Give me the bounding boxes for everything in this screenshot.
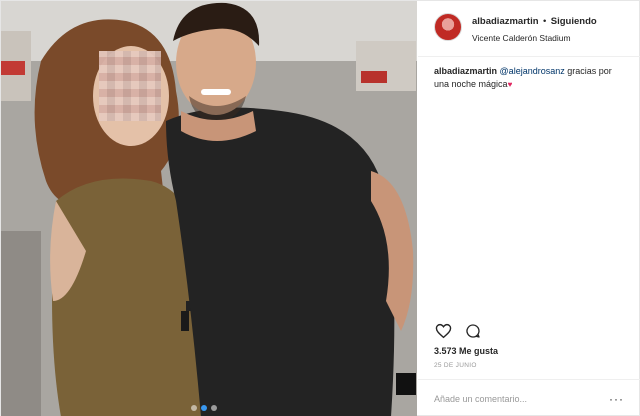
heart-outline-icon[interactable]	[434, 322, 452, 340]
post-date: 25 DE JUNIO	[434, 362, 477, 369]
post-sidebar: albadiazmartin • Siguiendo Vicente Calde…	[418, 1, 640, 416]
carousel-dot-active[interactable]	[201, 405, 207, 411]
photo-illustration	[1, 1, 417, 416]
comment-bar: ···	[418, 379, 640, 416]
carousel-dot[interactable]	[191, 405, 197, 411]
ellipsis-icon[interactable]: ···	[609, 392, 624, 406]
location-link[interactable]: Vicente Calderón Stadium	[472, 31, 597, 45]
heart-emoji-icon: ♥	[507, 80, 513, 89]
caption-username[interactable]: albadiazmartin	[434, 66, 497, 76]
header-text: albadiazmartin • Siguiendo Vicente Calde…	[472, 13, 597, 45]
likes-count[interactable]: 3.573 Me gusta	[418, 342, 640, 356]
speech-bubble-icon[interactable]	[464, 322, 482, 340]
carousel-indicator	[191, 405, 217, 411]
author-username[interactable]: albadiazmartin	[472, 16, 539, 27]
following-button[interactable]: Siguiendo	[551, 16, 597, 27]
instagram-post: albadiazmartin • Siguiendo Vicente Calde…	[0, 0, 640, 416]
post-header: albadiazmartin • Siguiendo Vicente Calde…	[418, 1, 640, 57]
separator-dot: •	[542, 16, 547, 27]
carousel-dot[interactable]	[211, 405, 217, 411]
action-bar	[418, 320, 640, 342]
caption-mention[interactable]: @alejandrosanz	[500, 66, 565, 76]
comment-input[interactable]	[434, 393, 594, 404]
post-photo[interactable]	[1, 1, 417, 416]
post-caption: albadiazmartin @alejandrosanz gracias po…	[418, 57, 640, 320]
face-blur-overlay	[99, 51, 161, 121]
avatar[interactable]	[434, 13, 462, 41]
